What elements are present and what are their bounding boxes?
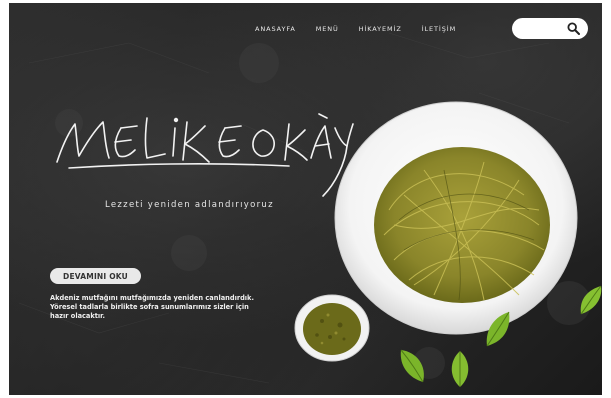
hero-description: Akdeniz mutfağını mutfağımızda yeniden c…	[50, 294, 254, 320]
basil-leaf-icon	[580, 285, 602, 315]
search-box[interactable]	[512, 18, 588, 39]
nav-item-menu[interactable]: MENÜ	[316, 25, 339, 33]
main-nav: ANASAYFA MENÜ HİKAYEMİZ İLETİŞİM	[255, 25, 476, 33]
nav-item-home[interactable]: ANASAYFA	[255, 25, 296, 33]
read-more-button[interactable]: DEVAMINI OKU	[50, 268, 141, 284]
brand-tagline: Lezzeti yeniden adlandırıyoruz	[105, 200, 274, 210]
nav-item-story[interactable]: HİKAYEMİZ	[359, 25, 402, 33]
search-icon[interactable]	[567, 22, 580, 35]
pesto-bowl-image	[294, 294, 370, 362]
hero-section: ANASAYFA MENÜ HİKAYEMİZ İLETİŞİM Lezzeti…	[9, 3, 602, 395]
basil-leaf-icon	[400, 349, 424, 383]
basil-leaf-icon	[451, 351, 469, 387]
brand-logo	[56, 113, 354, 197]
search-input[interactable]	[520, 21, 568, 36]
basil-leaf-icon	[486, 311, 510, 347]
nav-item-contact[interactable]: İLETİŞİM	[422, 25, 456, 33]
